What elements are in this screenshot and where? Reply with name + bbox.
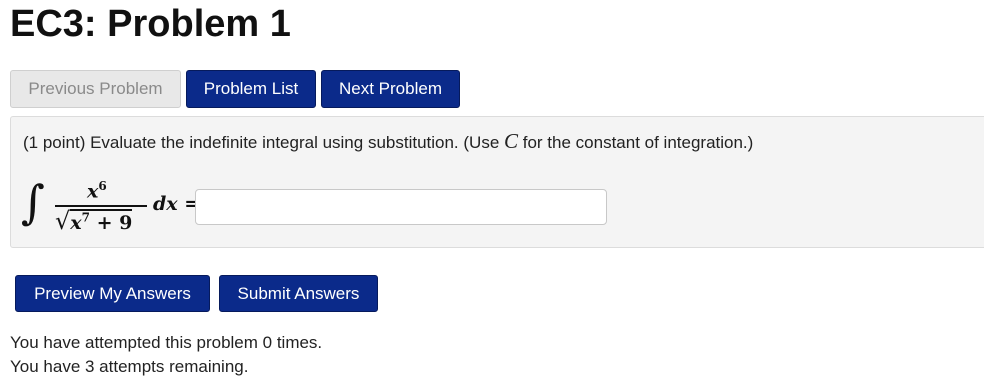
next-problem-button[interactable]: Next Problem bbox=[321, 70, 460, 108]
problem-text-before: (1 point) Evaluate the indefinite integr… bbox=[23, 133, 504, 152]
problem-statement: (1 point) Evaluate the indefinite integr… bbox=[23, 129, 753, 154]
denominator-base: x bbox=[70, 212, 82, 234]
submit-answers-button[interactable]: Submit Answers bbox=[219, 275, 378, 312]
denominator-exponent: 7 bbox=[81, 210, 90, 225]
problem-text-after: for the constant of integration.) bbox=[518, 133, 754, 152]
radical-sign: √ bbox=[55, 207, 71, 235]
numerator-exponent: 6 bbox=[98, 179, 107, 193]
problem-list-button[interactable]: Problem List bbox=[186, 70, 316, 108]
integrand-fraction: x6 √x7 + 9 bbox=[55, 177, 147, 241]
radicand: x7 + 9 bbox=[70, 209, 133, 234]
page-title: EC3: Problem 1 bbox=[10, 3, 291, 45]
numerator: x6 bbox=[87, 179, 107, 202]
denominator: √x7 + 9 bbox=[55, 207, 133, 235]
problem-panel: (1 point) Evaluate the indefinite integr… bbox=[10, 116, 984, 248]
answer-input[interactable] bbox=[195, 189, 607, 225]
attempt-status: You have attempted this problem 0 times.… bbox=[10, 331, 322, 379]
differential: dx = bbox=[153, 193, 201, 215]
numerator-base: x bbox=[87, 180, 99, 203]
integral-sign: ∫ bbox=[21, 175, 45, 229]
previous-problem-button[interactable]: Previous Problem bbox=[10, 70, 181, 108]
preview-answers-button[interactable]: Preview My Answers bbox=[15, 275, 210, 312]
problem-navigation: Previous Problem Problem List Next Probl… bbox=[10, 70, 460, 108]
denominator-rest: + 9 bbox=[89, 212, 133, 234]
attempts-remaining-text: You have 3 attempts remaining. bbox=[10, 357, 249, 376]
attempts-count-text: You have attempted this problem 0 times. bbox=[10, 333, 323, 352]
answer-actions: Preview My Answers Submit Answers bbox=[15, 275, 378, 312]
constant-symbol: C bbox=[504, 129, 519, 153]
